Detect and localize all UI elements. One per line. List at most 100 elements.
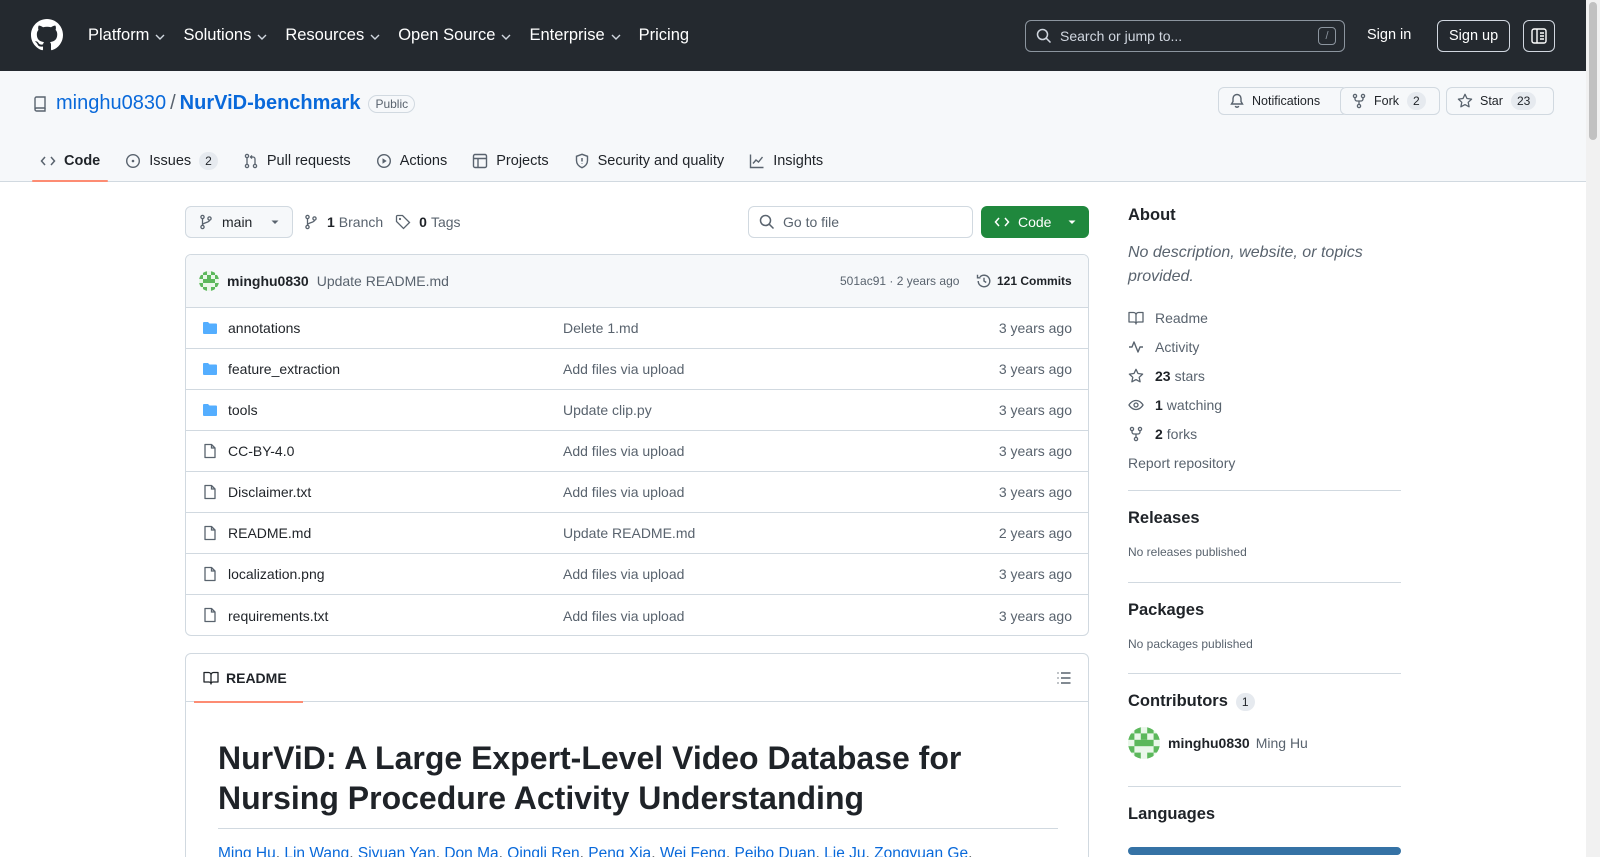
file-commit-message-link[interactable]: Delete 1.md: [563, 320, 638, 336]
contributor-item[interactable]: minghu0830 Ming Hu: [1128, 727, 1401, 759]
file-commit-message-link[interactable]: Add files via upload: [563, 484, 684, 500]
repo-name-link[interactable]: NurViD-benchmark: [180, 92, 361, 115]
repo-path-separator: /: [170, 92, 176, 114]
file-name-link[interactable]: CC-BY-4.0: [228, 443, 294, 459]
activity-link[interactable]: Activity: [1128, 332, 1401, 361]
notifications-button[interactable]: Notifications: [1218, 87, 1348, 115]
tab-issues-label: Issues: [149, 153, 192, 169]
commit-sha-time[interactable]: 501ac91 · 2 years ago: [840, 274, 959, 288]
avatar[interactable]: [1128, 727, 1160, 759]
file-commit-date: 2 years ago: [998, 525, 1072, 541]
commits-history-link[interactable]: 121 Commits: [976, 273, 1072, 289]
repo-owner-link[interactable]: minghu0830: [56, 92, 166, 115]
avatar[interactable]: [199, 271, 219, 291]
file-commit-message-link[interactable]: Update README.md: [563, 525, 695, 541]
tab-security[interactable]: Security and quality: [566, 140, 733, 182]
chevron-down-icon: [611, 34, 621, 40]
author-link[interactable]: Lin Wang: [284, 845, 349, 857]
tab-issues[interactable]: Issues 2: [117, 140, 226, 182]
author-link[interactable]: Peng Xia: [588, 845, 651, 857]
file-name-link[interactable]: tools: [228, 402, 258, 418]
tag-icon: [396, 214, 411, 230]
commit-author-link[interactable]: minghu0830: [227, 273, 309, 289]
readme-link[interactable]: Readme: [1128, 303, 1401, 332]
file-icon: [202, 443, 218, 459]
visibility-badge: Public: [368, 94, 416, 113]
author-link[interactable]: Zongyuan Ge: [874, 845, 968, 857]
file-row[interactable]: requirements.txt Add files via upload 3 ye…: [186, 595, 1088, 635]
branches-link[interactable]: 1 Branch: [327, 214, 383, 230]
tab-insights[interactable]: Insights: [741, 140, 831, 182]
watchers-link[interactable]: 1 watching: [1128, 390, 1401, 419]
menu-button[interactable]: [1523, 20, 1555, 52]
nav-open-source[interactable]: Open Source: [398, 26, 512, 45]
author-link[interactable]: Wei Feng: [660, 845, 726, 857]
author-link[interactable]: Siyuan Yan: [358, 845, 436, 857]
file-name-link[interactable]: localization.png: [228, 566, 325, 582]
tag-label: Tags: [430, 214, 461, 230]
eye-icon: [1128, 399, 1144, 410]
readme-tab[interactable]: README: [194, 654, 303, 703]
file-commit-message-link[interactable]: Add files via upload: [563, 443, 684, 459]
packages-section: Packages No packages published: [1128, 582, 1401, 673]
file-name-link[interactable]: annotations: [228, 320, 300, 336]
file-row[interactable]: feature_extraction Add files via upload 3 …: [186, 349, 1088, 390]
tab-code[interactable]: Code: [32, 140, 109, 182]
file-row[interactable]: Disclaimer.txt Add files via upload 3 year…: [186, 472, 1088, 513]
github-logo-icon[interactable]: [31, 19, 63, 51]
scrollbar-thumb[interactable]: [1589, 2, 1597, 140]
releases-heading[interactable]: Releases: [1128, 509, 1401, 528]
global-search-input[interactable]: Search or jump to... /: [1025, 20, 1345, 52]
file-commit-message-link[interactable]: Add files via upload: [563, 608, 684, 624]
author-link[interactable]: Lie Ju: [824, 845, 865, 857]
file-commit-message-link[interactable]: Add files via upload: [563, 566, 684, 582]
go-to-file-input[interactable]: Go to file: [748, 206, 973, 238]
contributors-heading[interactable]: Contributors: [1128, 692, 1228, 711]
report-repository-link[interactable]: Report repository: [1128, 448, 1401, 477]
author-link[interactable]: Ming Hu: [218, 845, 276, 857]
file-name-link[interactable]: feature_extraction: [228, 361, 340, 377]
history-icon: [976, 274, 991, 288]
fork-icon: [1129, 426, 1143, 441]
file-commit-message-link[interactable]: Add files via upload: [563, 361, 684, 377]
packages-heading[interactable]: Packages: [1128, 601, 1401, 620]
commit-message-link[interactable]: Update README.md: [317, 273, 449, 289]
nav-pricing[interactable]: Pricing: [639, 26, 689, 45]
file-row[interactable]: annotations Delete 1.md 3 years ago: [186, 308, 1088, 349]
outline-icon[interactable]: [1056, 670, 1072, 686]
stars-link[interactable]: 23 stars: [1128, 361, 1401, 390]
tags-link[interactable]: 0 Tags: [419, 214, 460, 230]
search-shortcut-key: /: [1318, 27, 1336, 45]
code-dropdown-button[interactable]: Code: [981, 206, 1089, 238]
nav-solutions[interactable]: Solutions: [183, 26, 268, 45]
file-row[interactable]: tools Update clip.py 3 years ago: [186, 390, 1088, 431]
forks-link[interactable]: 2 forks: [1128, 419, 1401, 448]
nav-resources[interactable]: Resources: [285, 26, 381, 45]
file-row[interactable]: localization.png Add files via upload 3 ye…: [186, 554, 1088, 595]
file-name-link[interactable]: requirements.txt: [228, 608, 328, 624]
author-link[interactable]: Qingli Ren: [507, 845, 579, 857]
author-link[interactable]: Peibo Duan: [735, 845, 816, 857]
branch-select-button[interactable]: main: [185, 206, 294, 238]
nav-platform-label: Platform: [88, 26, 150, 44]
file-commit-message-link[interactable]: Update clip.py: [563, 402, 652, 418]
tab-projects[interactable]: Projects: [464, 140, 556, 182]
sign-up-button[interactable]: Sign up: [1437, 20, 1511, 52]
file-row[interactable]: README.md Update README.md 2 years ago: [186, 513, 1088, 554]
tab-pull-requests[interactable]: Pull requests: [235, 140, 359, 182]
commits-label: 121 Commits: [997, 274, 1072, 288]
file-name-link[interactable]: Disclaimer.txt: [228, 484, 311, 500]
file-name-link[interactable]: README.md: [228, 525, 311, 541]
nav-platform[interactable]: Platform: [88, 26, 166, 45]
table-icon: [473, 153, 488, 169]
graph-icon: [749, 154, 764, 169]
sign-in-link[interactable]: Sign in: [1367, 27, 1411, 43]
languages-heading: Languages: [1128, 805, 1216, 823]
file-row[interactable]: CC-BY-4.0 Add files via upload 3 years ago: [186, 431, 1088, 472]
fork-button[interactable]: Fork 2: [1340, 87, 1440, 115]
nav-enterprise[interactable]: Enterprise: [529, 26, 621, 45]
star-button[interactable]: Star 23: [1446, 87, 1554, 115]
tab-actions[interactable]: Actions: [368, 140, 456, 182]
author-link[interactable]: Don Ma: [444, 845, 498, 857]
star-count: 23: [1510, 92, 1537, 110]
